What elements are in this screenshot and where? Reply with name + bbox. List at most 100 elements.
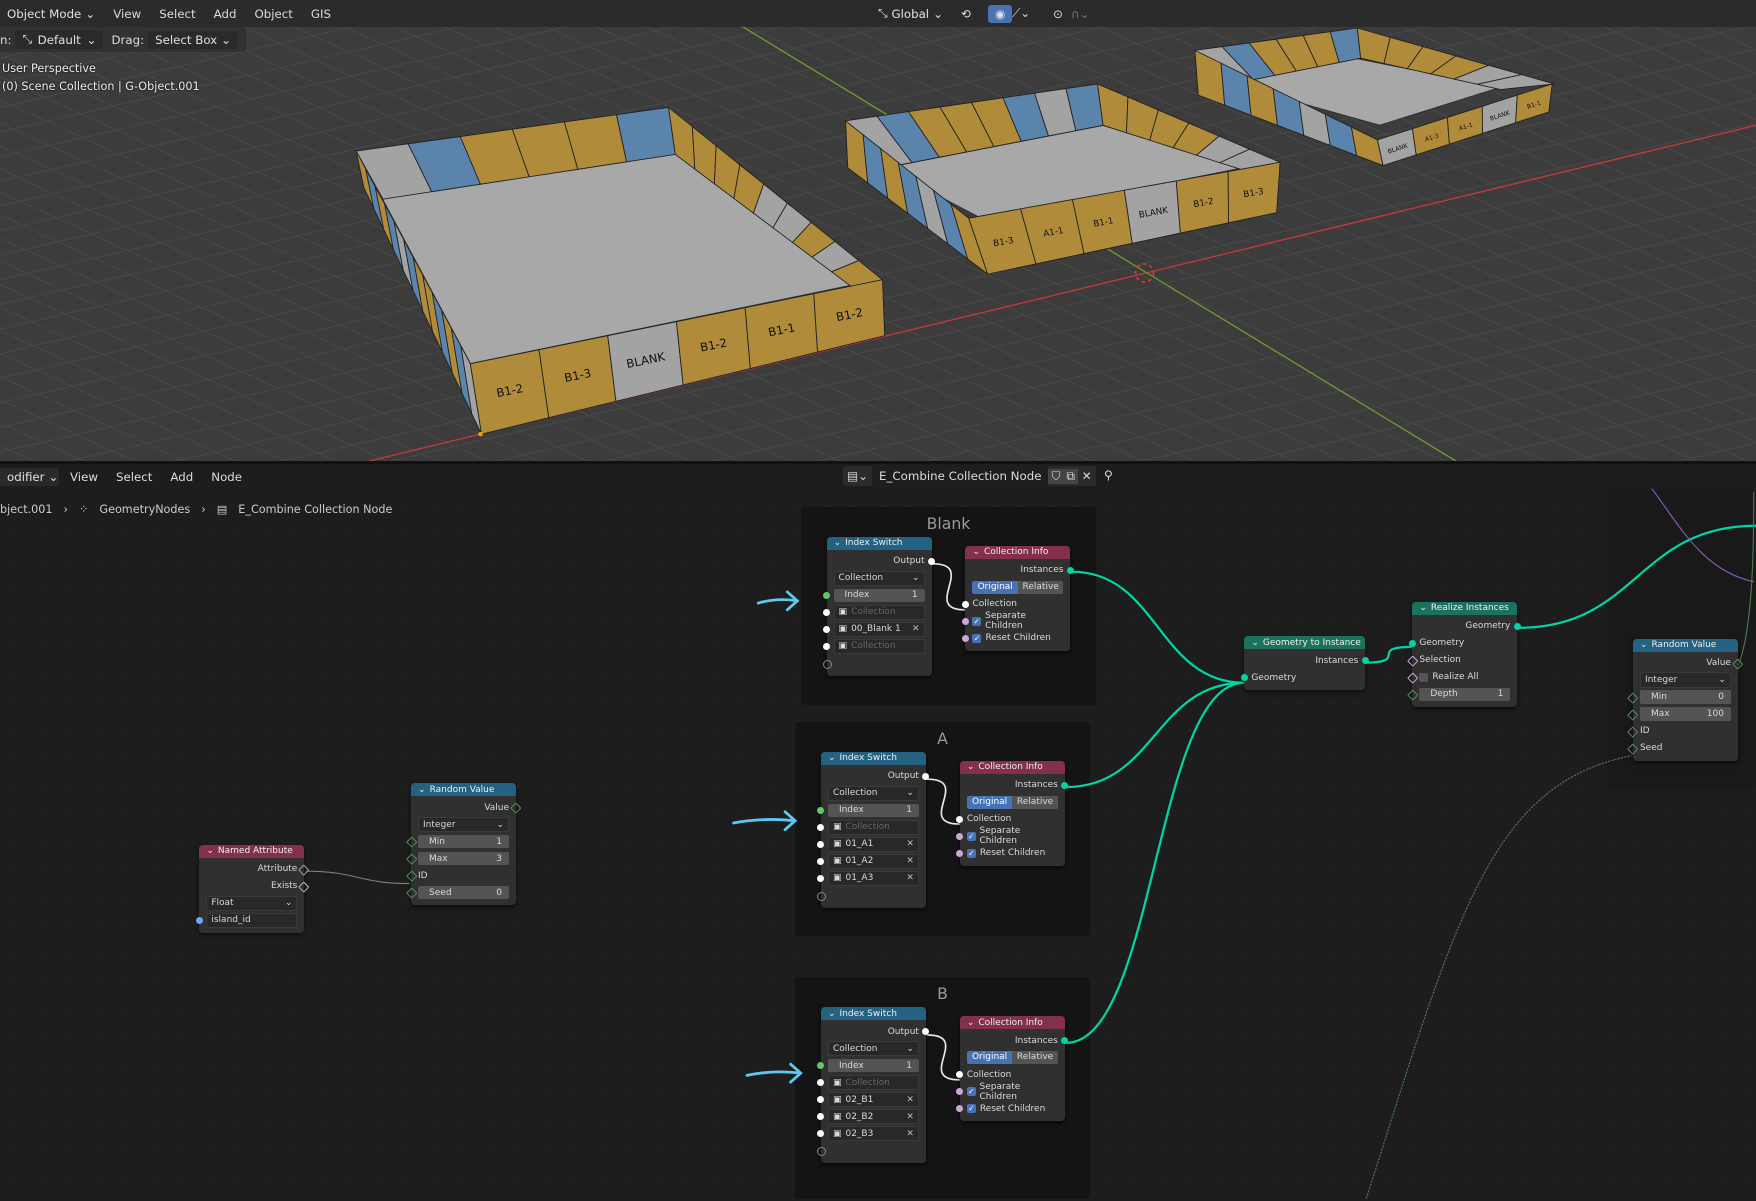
node-editor[interactable]: odifier ⌄ View Select Add Node ▤⌄ E_Combi… xyxy=(0,464,1756,1201)
node-rv-right[interactable]: ⌄ Random Value Value Integer ⌄ Min 0 Max 100 ID Se… xyxy=(1627,638,1744,761)
socket-input[interactable] xyxy=(956,832,964,840)
collection-field[interactable]: ▣ 02_B3 ✕ xyxy=(827,1125,919,1142)
collection-field[interactable]: ▣ Collection xyxy=(827,1074,919,1091)
clear-icon[interactable]: ✕ xyxy=(906,856,914,866)
orientation-dropdown[interactable]: ⤡ Global ⌄ xyxy=(871,4,950,23)
socket-empty[interactable] xyxy=(817,891,827,901)
number-field-depth[interactable]: Depth 1 xyxy=(1419,687,1511,701)
socket-input[interactable] xyxy=(1408,639,1416,647)
collapse-chevron-icon[interactable]: ⌄ xyxy=(1251,638,1259,648)
collapse-chevron-icon[interactable]: ⌄ xyxy=(972,547,980,557)
option-original[interactable]: Original xyxy=(972,580,1018,594)
socket-input[interactable] xyxy=(1240,674,1248,682)
proportional-edit-toggle[interactable]: ⊙ xyxy=(1046,4,1070,23)
node-header[interactable]: ⌄ Collection Info xyxy=(959,1016,1065,1030)
number-field-max[interactable]: Max 3 xyxy=(418,851,510,866)
clear-icon[interactable]: ✕ xyxy=(906,1112,914,1122)
collapse-chevron-icon[interactable]: ⌄ xyxy=(828,1009,836,1019)
socket-input[interactable] xyxy=(817,1062,825,1070)
option-original[interactable]: Original xyxy=(966,1050,1013,1065)
node-header[interactable]: ⌄ Random Value xyxy=(1632,638,1738,652)
node-ci-a[interactable]: ⌄ Collection Info Instances Original Relativ… xyxy=(956,760,1069,866)
collection-field[interactable]: ▣ Collection xyxy=(833,638,925,655)
socket-input[interactable] xyxy=(817,1079,825,1087)
socket-input[interactable] xyxy=(195,916,203,924)
node-header[interactable]: ⌄ Index Switch xyxy=(826,536,932,550)
collection-field[interactable]: ▣ 01_A1 ✕ xyxy=(827,836,919,853)
node-header[interactable]: ⌄ Collection Info xyxy=(959,760,1065,774)
checkbox-reset-children[interactable]: ✓ xyxy=(972,633,982,643)
socket-input[interactable] xyxy=(961,634,969,642)
socket-input[interactable] xyxy=(956,1071,964,1079)
snap-toggle[interactable]: ◉ xyxy=(988,4,1013,23)
collapse-chevron-icon[interactable]: ⌄ xyxy=(206,846,214,856)
socket-output[interactable] xyxy=(1066,566,1074,574)
socket-input[interactable] xyxy=(956,815,964,823)
3d-viewport[interactable]: B1-2 B1-3 BLANK B1-2 B1-1 B1-2 B1-3 A1-1 B1-1 BLA… xyxy=(0,0,1756,461)
node-header[interactable]: ⌄ Collection Info xyxy=(965,545,1071,559)
socket-empty[interactable] xyxy=(823,659,833,669)
collapse-chevron-icon[interactable]: ⌄ xyxy=(418,785,426,795)
socket-input[interactable] xyxy=(817,857,825,865)
collection-field[interactable]: ▣ Collection xyxy=(827,819,919,836)
socket-input[interactable] xyxy=(956,1088,964,1096)
number-field-index[interactable]: Index 1 xyxy=(827,803,919,818)
socket-input[interactable] xyxy=(817,874,825,882)
collapse-chevron-icon[interactable]: ⌄ xyxy=(828,753,836,763)
socket-input[interactable] xyxy=(823,591,831,599)
type-dropdown[interactable]: Integer ⌄ xyxy=(418,816,510,833)
socket-input[interactable] xyxy=(823,642,831,650)
collapse-chevron-icon[interactable]: ⌄ xyxy=(1419,603,1427,613)
checkbox-separate-children[interactable]: ✓ xyxy=(966,1087,976,1097)
transform-orientation-dropdown[interactable]: ⤡ Default ⌄ xyxy=(15,30,104,49)
collapse-chevron-icon[interactable]: ⌄ xyxy=(967,762,975,772)
number-field-min[interactable]: Min 0 xyxy=(1639,690,1731,704)
name-input[interactable]: island_id xyxy=(206,912,298,929)
socket-input[interactable] xyxy=(956,1105,964,1113)
menu-view[interactable]: View xyxy=(106,5,148,23)
node-header[interactable]: ⌄ Index Switch xyxy=(820,1007,926,1021)
node-is-a[interactable]: ⌄ Index Switch Output Collection ⌄ Index 1 ▣ Col… xyxy=(817,751,930,908)
option-relative[interactable]: Relative xyxy=(1017,580,1064,594)
node-is-b[interactable]: ⌄ Index Switch Output Collection ⌄ Index 1 ▣ Col… xyxy=(817,1007,930,1164)
menu-select[interactable]: Select xyxy=(152,5,202,23)
falloff-dropdown[interactable]: ∩⌄ xyxy=(1071,7,1090,21)
collapse-chevron-icon[interactable]: ⌄ xyxy=(967,1018,975,1028)
node-named-attr[interactable]: ⌄ Named Attribute Attribute Exists Float ⌄ isl… xyxy=(195,844,310,933)
node-ci-blank[interactable]: ⌄ Collection Info Instances Original Relativ… xyxy=(961,545,1074,651)
socket-input[interactable] xyxy=(817,806,825,814)
checkbox-reset-children[interactable]: ✓ xyxy=(966,1104,976,1114)
menu-gis[interactable]: GIS xyxy=(304,5,338,23)
number-field-index[interactable]: Index 1 xyxy=(833,588,925,603)
node-header[interactable]: ⌄ Geometry to Instance xyxy=(1244,636,1366,650)
node-header[interactable]: ⌄ Random Value xyxy=(411,783,517,797)
node-realize[interactable]: ⌄ Realize Instances Geometry Geometry Select… xyxy=(1407,601,1521,707)
collapse-chevron-icon[interactable]: ⌄ xyxy=(834,538,842,548)
node-header[interactable]: ⌄ Realize Instances xyxy=(1412,601,1518,615)
node-is-blank[interactable]: ⌄ Index Switch Output Collection ⌄ Index 1 ▣ Col… xyxy=(823,536,936,676)
checkbox-reset-children[interactable]: ✓ xyxy=(966,848,976,858)
number-field-min[interactable]: Min 1 xyxy=(418,834,510,849)
type-dropdown[interactable]: Integer ⌄ xyxy=(1639,672,1731,688)
number-field-seed[interactable]: Seed 0 xyxy=(418,885,510,900)
socket-input[interactable] xyxy=(817,823,825,831)
number-field-index[interactable]: Index 1 xyxy=(827,1058,919,1073)
socket-output[interactable] xyxy=(1513,622,1521,630)
collection-field[interactable]: ▣ 01_A2 ✕ xyxy=(827,853,919,870)
number-field-max[interactable]: Max 100 xyxy=(1639,707,1731,721)
mode-dropdown[interactable]: Object Mode ⌄ xyxy=(0,4,103,23)
menu-object[interactable]: Object xyxy=(247,5,299,23)
checkbox-separate-children[interactable]: ✓ xyxy=(966,831,976,841)
clear-icon[interactable]: ✕ xyxy=(906,873,914,883)
node-header[interactable]: ⌄ Index Switch xyxy=(820,751,926,765)
checkbox-realize-all[interactable] xyxy=(1419,672,1429,682)
socket-input[interactable] xyxy=(961,600,969,608)
clear-icon[interactable]: ✕ xyxy=(906,839,914,849)
pivot-dropdown[interactable]: ⟲ xyxy=(954,4,978,23)
clear-icon[interactable]: ✕ xyxy=(906,1095,914,1105)
option-relative[interactable]: Relative xyxy=(1012,1050,1058,1065)
checkbox-separate-children[interactable]: ✓ xyxy=(972,616,982,626)
option-relative[interactable]: Relative xyxy=(1012,795,1058,810)
clear-icon[interactable]: ✕ xyxy=(912,624,920,634)
type-dropdown[interactable]: Float ⌄ xyxy=(206,895,298,912)
